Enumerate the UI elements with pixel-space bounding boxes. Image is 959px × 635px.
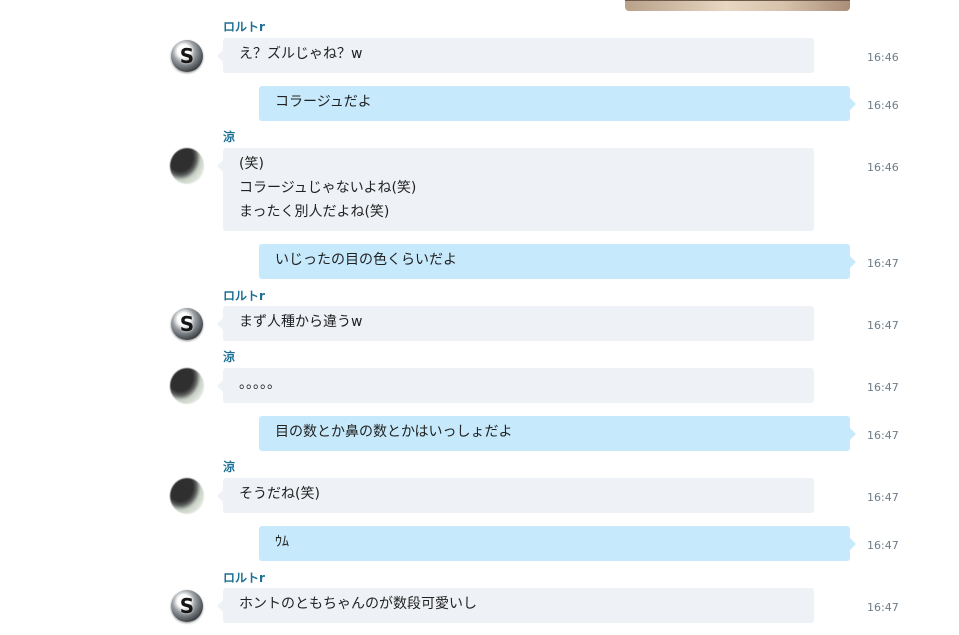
- timestamp: 16:47: [867, 539, 899, 552]
- sender-name: ロルトr: [223, 571, 265, 585]
- timestamp: 16:47: [867, 601, 899, 614]
- message-bubble[interactable]: ｳﾑ: [259, 526, 856, 561]
- skype-icon[interactable]: S: [171, 40, 203, 72]
- message-text: まず人種から違うw: [239, 314, 363, 330]
- message-bubble[interactable]: コラージュだよ: [259, 86, 856, 121]
- message-text: いじったの目の色くらいだよ: [275, 252, 457, 268]
- skype-icon[interactable]: S: [171, 590, 203, 622]
- timestamp: 16:47: [867, 257, 899, 270]
- shared-image-thumbnail[interactable]: [625, 0, 850, 11]
- message-bubble[interactable]: え？ズルじゃね？w: [217, 38, 814, 73]
- message-text: ホントのともちゃんのが数段可愛いし: [239, 596, 477, 612]
- sender-name: 涼: [223, 460, 236, 474]
- user-photo[interactable]: [170, 478, 204, 514]
- message-text: 目の数とか鼻の数とかはいっしょだよ: [275, 424, 513, 440]
- timestamp: 16:47: [867, 381, 899, 394]
- message-bubble[interactable]: まず人種から違うw: [217, 306, 814, 341]
- message-line: まったく別人だよね(笑): [239, 204, 390, 220]
- message-text: ｳﾑ: [275, 534, 289, 550]
- message-line: コラージュじゃないよね(笑): [239, 180, 417, 196]
- message-bubble[interactable]: ホントのともちゃんのが数段可愛いし: [217, 588, 814, 623]
- message-text: そうだね(笑): [239, 486, 320, 502]
- user-photo[interactable]: [170, 148, 204, 184]
- message-bubble[interactable]: いじったの目の色くらいだよ: [259, 244, 856, 279]
- message-bubble[interactable]: (笑) コラージュじゃないよね(笑) まったく別人だよね(笑): [217, 148, 814, 231]
- message-bubble[interactable]: 目の数とか鼻の数とかはいっしょだよ: [259, 416, 856, 451]
- sender-name: 涼: [223, 350, 236, 364]
- sender-name: ロルトr: [223, 289, 265, 303]
- timestamp: 16:47: [867, 429, 899, 442]
- timestamp: 16:47: [867, 491, 899, 504]
- message-text: え？ズルじゃね？w: [239, 46, 363, 62]
- message-text: 。。。。。: [239, 376, 281, 392]
- message-bubble[interactable]: 。。。。。: [217, 368, 814, 403]
- message-bubble[interactable]: そうだね(笑): [217, 478, 814, 513]
- timestamp: 16:46: [867, 161, 899, 174]
- timestamp: 16:47: [867, 319, 899, 332]
- timestamp: 16:46: [867, 51, 899, 64]
- sender-name: 涼: [223, 130, 236, 144]
- skype-icon[interactable]: S: [171, 308, 203, 340]
- message-text: コラージュだよ: [275, 94, 372, 110]
- sender-name: ロルトr: [223, 20, 265, 34]
- timestamp: 16:46: [867, 99, 899, 112]
- user-photo[interactable]: [170, 368, 204, 404]
- message-line: (笑): [239, 156, 264, 172]
